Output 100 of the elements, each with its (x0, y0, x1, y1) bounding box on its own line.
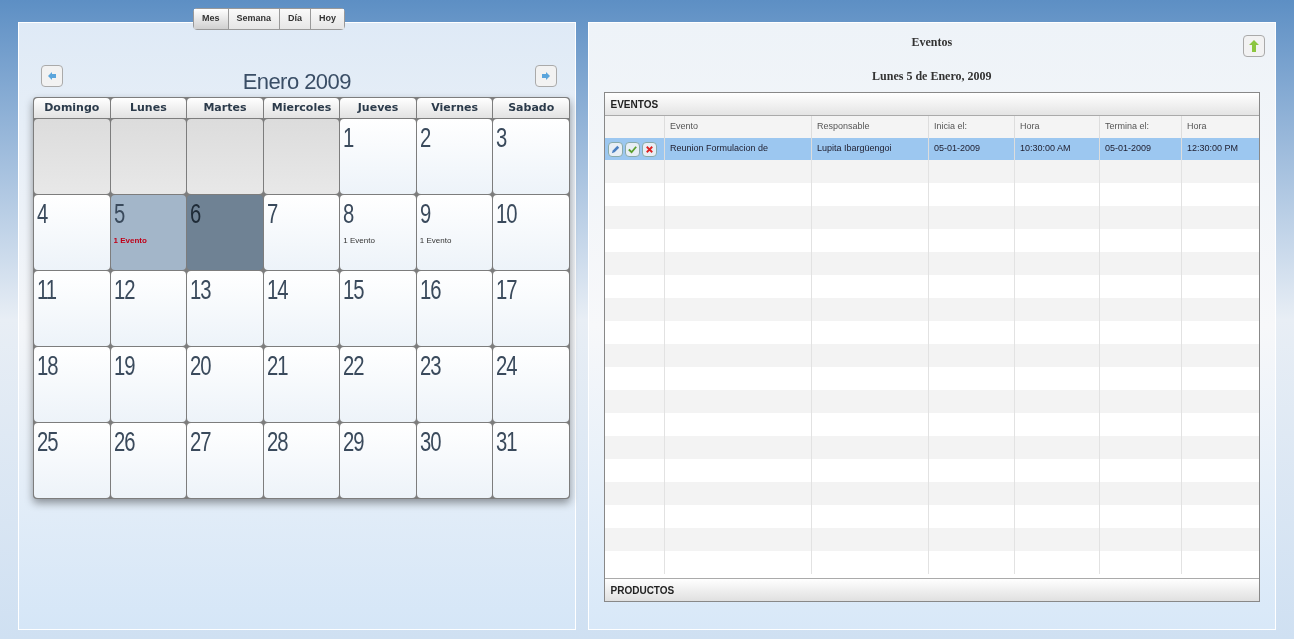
next-month-button[interactable] (535, 65, 557, 87)
add-button[interactable] (1243, 35, 1265, 57)
day-number: 1 (343, 123, 354, 153)
month-title: Enero 2009 (242, 68, 351, 96)
event-count[interactable]: 1 Evento (343, 235, 375, 247)
day-cell[interactable]: 24 (493, 347, 569, 422)
column-header: Responsable (817, 121, 870, 132)
approve-button[interactable] (624, 141, 640, 157)
day-cell[interactable]: 14 (263, 271, 340, 346)
day-number: 2 (419, 123, 431, 153)
day-number: 3 (496, 123, 507, 153)
view-tab[interactable]: Día (280, 9, 312, 29)
day-cell[interactable]: 16 (416, 271, 493, 346)
day-cell[interactable]: 9 1 Evento (416, 195, 493, 270)
day-number: 12 (113, 275, 135, 305)
day-number: 24 (496, 351, 517, 381)
day-cell[interactable]: 23 (416, 347, 493, 422)
table-cell: Reunion Formulacion de (670, 143, 769, 154)
day-number: 23 (419, 351, 441, 381)
weekday-header: Domingo (34, 98, 110, 118)
weekday-header: Miercoles (263, 98, 340, 118)
day-cell[interactable]: 11 (34, 271, 110, 346)
day-number: 14 (266, 275, 288, 305)
weekday-header: Sabado (493, 98, 569, 118)
day-cell[interactable]: 15 (340, 271, 416, 346)
day-number: 17 (496, 275, 517, 305)
day-number: 25 (37, 427, 58, 457)
previous-month-button[interactable] (41, 65, 63, 87)
day-number: 29 (343, 427, 364, 457)
section-header: PRODUCTOS (604, 578, 1259, 601)
day-number: 9 (419, 199, 431, 229)
day-cell[interactable]: 26 (110, 423, 187, 498)
event-count[interactable]: 1 Evento (419, 235, 452, 247)
day-number: 10 (496, 199, 517, 229)
table-cell: Lupita Ibargüengoi (817, 143, 892, 154)
day-number: 6 (190, 199, 201, 229)
day-cell[interactable]: 28 (263, 423, 340, 498)
day-number: 22 (343, 351, 364, 381)
day-number: 5 (113, 199, 124, 229)
day-cell[interactable]: 20 (187, 347, 263, 422)
day-number: 19 (113, 351, 135, 381)
panel-title: Eventos (911, 34, 953, 51)
weekday-header: Lunes (110, 98, 187, 118)
day-number: 28 (266, 427, 288, 457)
day-cell[interactable]: 5 1 Evento (110, 195, 187, 270)
day-number: 20 (190, 351, 211, 381)
table-row[interactable]: Reunion Formulacion de Lupita Ibargüengoi 05-01-2009 10:30:00 AM 05-01-2009 12:30:00 PM (604, 138, 1259, 160)
day-cell[interactable]: 8 1 Evento (340, 195, 416, 270)
day-cell[interactable]: 6 (187, 195, 263, 270)
day-cell[interactable]: 19 (110, 347, 187, 422)
day-cell[interactable]: 4 (34, 195, 110, 270)
day-number: 18 (37, 351, 58, 381)
day-cell[interactable]: 31 (493, 423, 569, 498)
day-cell[interactable]: 29 (340, 423, 416, 498)
table-cell: 05-01-2009 (1105, 143, 1152, 154)
day-number: 30 (419, 427, 441, 457)
day-number: 31 (496, 427, 517, 457)
right-arrow-icon (541, 71, 551, 81)
left-arrow-icon (47, 71, 57, 81)
pencil-icon (609, 143, 621, 155)
weekday-header: Viernes (416, 98, 493, 118)
column-header: Evento (670, 121, 699, 132)
day-cell[interactable]: 7 (263, 195, 340, 270)
day-cell[interactable]: 10 (493, 195, 569, 270)
day-number: 7 (266, 199, 277, 229)
day-cell[interactable]: 12 (110, 271, 187, 346)
delete-button[interactable] (641, 141, 657, 157)
day-number: 11 (37, 275, 56, 305)
selected-date: Lunes 5 de Enero, 2009 (872, 68, 992, 85)
day-number: 15 (343, 275, 364, 305)
day-cell[interactable]: 17 (493, 271, 569, 346)
day-number: 4 (37, 199, 48, 229)
day-cell[interactable]: 18 (34, 347, 110, 422)
table-cell: 10:30:00 AM (1020, 143, 1071, 154)
day-cell[interactable]: 2 (416, 119, 493, 194)
table-cell: 05-01-2009 (934, 143, 981, 154)
day-cell[interactable]: 3 (493, 119, 569, 194)
edit-button[interactable] (607, 141, 623, 157)
day-cell[interactable]: 13 (187, 271, 263, 346)
day-cell[interactable]: 21 (263, 347, 340, 422)
section-header: EVENTOS (604, 93, 1259, 116)
day-cell[interactable]: 25 (34, 423, 110, 498)
view-tab[interactable]: Semana (228, 9, 281, 29)
day-number: 21 (266, 351, 288, 381)
column-header: Inicia el: (934, 121, 968, 132)
day-cell[interactable]: 27 (187, 423, 263, 498)
day-cell[interactable]: 22 (340, 347, 416, 422)
column-header: Hora (1187, 121, 1207, 132)
table-cell: 12:30:00 PM (1187, 143, 1239, 154)
close-icon (643, 143, 655, 155)
day-number: 27 (190, 427, 211, 457)
weekday-header: Martes (187, 98, 263, 118)
day-cell[interactable]: 1 (340, 119, 416, 194)
day-number: 26 (113, 427, 135, 457)
view-tab[interactable]: Hoy (311, 9, 345, 29)
weekday-header: Jueves (340, 98, 416, 118)
day-cell[interactable]: 30 (416, 423, 493, 498)
view-tab[interactable]: Mes (194, 9, 229, 29)
day-number: 16 (419, 275, 441, 305)
check-icon (626, 143, 638, 155)
